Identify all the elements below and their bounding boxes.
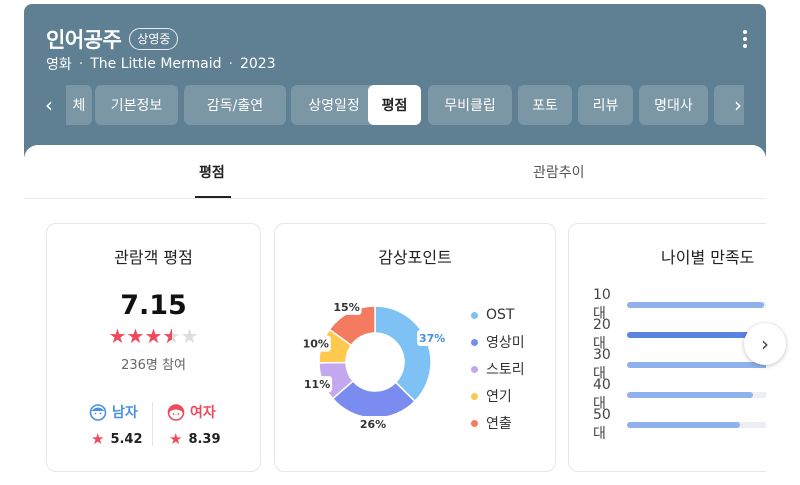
svg-text:26%: 26% xyxy=(360,418,386,431)
legend-item-visuals: 영상미 xyxy=(471,331,525,353)
legend-dot xyxy=(471,311,478,319)
svg-text:11%: 11% xyxy=(304,378,330,391)
age-bar-track xyxy=(627,422,766,428)
tab-rating[interactable]: 평점 xyxy=(368,85,421,125)
star-icon: ★ xyxy=(126,324,145,348)
age-satisfaction-title: 나이별 만족도 xyxy=(661,248,755,267)
legend-item-story: 스토리 xyxy=(471,358,525,380)
viewing-points-box: 감상포인트 37% 26% 11% 10% 15% OST 영상미 스토리 연기 연출 xyxy=(274,223,556,472)
viewing-points-donut-chart: 37% 26% 11% 10% 15% xyxy=(300,298,448,432)
tab-bar: 체 기본정보 감독/출연 상영일정 평점 무비클립 포토 리뷰 명대사 ‹ › xyxy=(24,85,766,125)
female-score: ★ 8.39 xyxy=(169,430,221,448)
subtab-rating[interactable]: 평점 xyxy=(199,145,225,199)
legend-item-acting: 연기 xyxy=(471,385,525,407)
separator-dot: · xyxy=(228,56,233,72)
star-icon: ★ xyxy=(108,324,127,348)
tab-director-cast[interactable]: 감독/출연 xyxy=(184,85,286,125)
donut-label-2: 11% xyxy=(302,376,333,393)
audience-rating-box: 관람객 평점 7.15 ★★★★★ 236명 참여 남자 ★ 5.42 xyxy=(46,223,261,472)
legend-dot xyxy=(471,392,478,400)
age-bar-track xyxy=(627,362,766,368)
age-row: 50대 xyxy=(593,407,766,442)
more-options-icon[interactable] xyxy=(742,30,748,48)
legend-dot xyxy=(471,419,478,427)
tab-photo[interactable]: 포토 xyxy=(518,85,572,125)
subtab-bar: 평점 관람추이 xyxy=(24,145,766,199)
tab-review[interactable]: 리뷰 xyxy=(578,85,633,125)
svg-text:10%: 10% xyxy=(303,338,329,351)
chevron-left-icon[interactable]: ‹ xyxy=(38,85,60,125)
donut-slice-0 xyxy=(374,305,432,403)
age-bar xyxy=(627,362,766,368)
tab-overview[interactable]: 체 xyxy=(66,85,92,125)
chevron-right-icon[interactable]: › xyxy=(727,85,749,125)
age-row: 20대 xyxy=(593,317,766,352)
star-icon: ★ xyxy=(163,326,181,346)
movie-info-panel: 인어공주 상영중 영화 · The Little Mermaid · 2023 … xyxy=(24,4,766,485)
age-row: 10대 xyxy=(593,287,766,322)
age-bar xyxy=(627,302,764,308)
separator-dot: · xyxy=(78,56,84,72)
star-icon: ★ xyxy=(169,430,183,448)
tab-movie-clip[interactable]: 무비클립 xyxy=(428,85,512,125)
tab-basic-info[interactable]: 기본정보 xyxy=(95,85,178,125)
age-label: 50대 xyxy=(593,407,611,442)
carousel-next-button[interactable]: › xyxy=(744,323,786,365)
gender-divider xyxy=(152,402,153,446)
title-row: 인어공주 상영중 xyxy=(46,24,179,54)
star-icon: ★ xyxy=(180,324,199,348)
svg-text:37%: 37% xyxy=(419,332,445,345)
movie-title: 인어공주 xyxy=(46,28,122,52)
age-row: 30대 xyxy=(593,347,766,382)
star-icon: ★ xyxy=(144,324,163,348)
active-subtab-underline xyxy=(195,196,231,198)
participant-count: 236명 참여 xyxy=(121,358,186,373)
male-label: 남자 xyxy=(89,402,138,422)
legend-item-directing: 연출 xyxy=(471,412,525,434)
legend-dot xyxy=(471,365,478,373)
age-satisfaction-box: 나이별 만족도 10대 20대 30대 40대 50대 xyxy=(568,223,766,472)
female-label: 여자 xyxy=(167,402,216,422)
svg-text:15%: 15% xyxy=(333,301,359,314)
donut-label-4: 15% xyxy=(331,298,362,315)
donut-label-0: 37% xyxy=(417,330,448,347)
female-face-icon xyxy=(167,404,185,421)
star-icon: ★ xyxy=(91,430,105,448)
rating-card: 평점 관람추이 관람객 평점 7.15 ★★★★★ 236명 참여 남자 ★ xyxy=(24,145,766,485)
chart-legend: OST 영상미 스토리 연기 연출 xyxy=(471,304,525,439)
age-bar-track xyxy=(627,392,766,398)
age-bar-track xyxy=(627,302,766,308)
audience-rating-title: 관람객 평점 xyxy=(114,248,193,267)
legend-dot xyxy=(471,338,478,346)
donut-label-3: 10% xyxy=(300,335,331,352)
male-score: ★ 5.42 xyxy=(91,430,143,448)
tab-schedule[interactable]: 상영일정 xyxy=(291,85,377,125)
legend-item-ost: OST xyxy=(471,304,525,326)
meta-year: 2023 xyxy=(239,56,276,72)
tab-quotes[interactable]: 명대사 xyxy=(639,85,708,125)
male-face-icon xyxy=(89,404,107,421)
meta-type: 영화 xyxy=(46,57,72,73)
age-bar xyxy=(627,392,753,398)
meta-original-title: The Little Mermaid xyxy=(90,56,222,72)
chevron-right-icon: › xyxy=(761,332,769,356)
status-badge: 상영중 xyxy=(129,28,179,50)
donut-label-1: 26% xyxy=(358,415,389,432)
age-row: 40대 xyxy=(593,377,766,412)
subtab-audience-trend[interactable]: 관람추이 xyxy=(533,145,585,199)
viewing-points-title: 감상포인트 xyxy=(378,248,452,267)
age-bar xyxy=(627,422,741,428)
rating-score: 7.15 xyxy=(120,290,187,321)
movie-meta: 영화 · The Little Mermaid · 2023 xyxy=(46,54,276,74)
star-rating: ★ ★ ★ ★ ★ xyxy=(47,326,260,346)
